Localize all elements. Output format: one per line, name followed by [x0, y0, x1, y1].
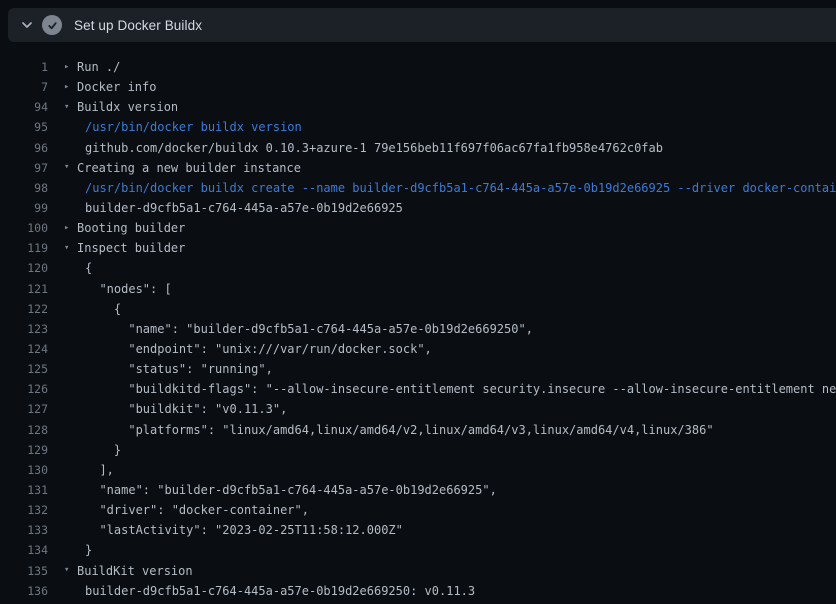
- log-command-text: /usr/bin/docker buildx create --name bui…: [85, 181, 836, 195]
- line-number[interactable]: 121: [0, 282, 48, 296]
- log-row: 124 "endpoint": "unix:///var/run/docker.…: [0, 339, 836, 359]
- log-row: 127 "buildkit": "v0.11.3",: [0, 399, 836, 419]
- group-title[interactable]: Docker info: [77, 80, 156, 94]
- log-group-row[interactable]: 7 ▸Docker info: [0, 77, 836, 97]
- line-number[interactable]: 126: [0, 382, 48, 396]
- log-output-text: }: [85, 443, 121, 457]
- log-row: 95/usr/bin/docker buildx version: [0, 117, 836, 137]
- expand-triangle-icon[interactable]: ▸: [64, 83, 77, 92]
- line-number[interactable]: 125: [0, 362, 48, 376]
- log-row: 122 {: [0, 299, 836, 319]
- line-number[interactable]: 135: [0, 564, 48, 578]
- line-number[interactable]: 120: [0, 261, 48, 275]
- group-title[interactable]: Creating a new builder instance: [77, 161, 301, 175]
- log-row: 133 "lastActivity": "2023-02-25T11:58:12…: [0, 520, 836, 540]
- step-header[interactable]: Set up Docker Buildx: [8, 8, 836, 42]
- log-output-text: "platforms": "linux/amd64,linux/amd64/v2…: [85, 423, 714, 437]
- log-row: 131 "name": "builder-d9cfb5a1-c764-445a-…: [0, 480, 836, 500]
- group-title[interactable]: Buildx version: [77, 100, 178, 114]
- line-number[interactable]: 97: [0, 161, 48, 175]
- line-number[interactable]: 136: [0, 584, 48, 598]
- log-output-text: "nodes": [: [85, 282, 172, 296]
- log-lines: 1▸Run ./7▸Docker info94▾Buildx version95…: [0, 57, 836, 601]
- line-number[interactable]: 122: [0, 302, 48, 316]
- line-number[interactable]: 98: [0, 181, 48, 195]
- line-number[interactable]: 131: [0, 483, 48, 497]
- log-output-text: {: [85, 261, 92, 275]
- group-title[interactable]: BuildKit version: [77, 564, 193, 578]
- log-output-text: }: [85, 543, 92, 557]
- log-row: 132 "driver": "docker-container",: [0, 500, 836, 520]
- log-row: 128 "platforms": "linux/amd64,linux/amd6…: [0, 420, 836, 440]
- log-output-text: "lastActivity": "2023-02-25T11:58:12.000…: [85, 523, 403, 537]
- line-number[interactable]: 7: [0, 80, 48, 94]
- log-output-text: "name": "builder-d9cfb5a1-c764-445a-a57e…: [85, 483, 497, 497]
- line-number[interactable]: 123: [0, 322, 48, 336]
- collapse-triangle-icon[interactable]: ▾: [64, 103, 77, 112]
- expand-triangle-icon[interactable]: ▸: [64, 224, 77, 233]
- line-number[interactable]: 1: [0, 60, 48, 74]
- log-row: 98/usr/bin/docker buildx create --name b…: [0, 178, 836, 198]
- group-title[interactable]: Booting builder: [77, 221, 185, 235]
- line-number[interactable]: 134: [0, 543, 48, 557]
- line-number[interactable]: 128: [0, 423, 48, 437]
- log-row: 134}: [0, 540, 836, 560]
- log-row: 123 "name": "builder-d9cfb5a1-c764-445a-…: [0, 319, 836, 339]
- line-number[interactable]: 130: [0, 463, 48, 477]
- line-number[interactable]: 124: [0, 342, 48, 356]
- line-number[interactable]: 100: [0, 221, 48, 235]
- group-title[interactable]: Inspect builder: [77, 241, 185, 255]
- chevron-down-icon[interactable]: [12, 8, 42, 42]
- line-number[interactable]: 132: [0, 503, 48, 517]
- log-output-text: "buildkit": "v0.11.3",: [85, 402, 287, 416]
- log-row: 125 "status": "running",: [0, 359, 836, 379]
- log-group-row[interactable]: 94 ▾Buildx version: [0, 97, 836, 117]
- log-output-text: ],: [85, 463, 114, 477]
- group-title[interactable]: Run ./: [77, 60, 120, 74]
- log-row: 136 builder-d9cfb5a1-c764-445a-a57e-0b19d…: [0, 581, 836, 601]
- log-group-row[interactable]: 97 ▾Creating a new builder instance: [0, 158, 836, 178]
- log-row: 130 ],: [0, 460, 836, 480]
- log-output-text: builder-d9cfb5a1-c764-445a-a57e-0b19d2e6…: [85, 584, 475, 598]
- log-output-text: {: [85, 302, 121, 316]
- log-output-text: builder-d9cfb5a1-c764-445a-a57e-0b19d2e6…: [85, 201, 403, 215]
- step-title: Set up Docker Buildx: [74, 18, 202, 33]
- log-group-row[interactable]: 1 ▸Run ./: [0, 57, 836, 77]
- log-row: 120 {: [0, 258, 836, 278]
- line-number[interactable]: 96: [0, 141, 48, 155]
- log-command-text: /usr/bin/docker buildx version: [85, 120, 302, 134]
- log-output-text: "endpoint": "unix:///var/run/docker.sock…: [85, 342, 432, 356]
- line-number[interactable]: 129: [0, 443, 48, 457]
- line-number[interactable]: 133: [0, 523, 48, 537]
- line-number[interactable]: 99: [0, 201, 48, 215]
- log-output-text: "driver": "docker-container",: [85, 503, 309, 517]
- check-circle-icon: [42, 15, 62, 35]
- collapse-triangle-icon[interactable]: ▾: [64, 566, 77, 575]
- log-output-text: "status": "running",: [85, 362, 273, 376]
- log-output-text: "buildkitd-flags": "--allow-insecure-ent…: [85, 382, 836, 396]
- log-row: 129 }: [0, 440, 836, 460]
- line-number[interactable]: 119: [0, 241, 48, 255]
- log-row: 99 builder-d9cfb5a1-c764-445a-a57e-0b19d2…: [0, 198, 836, 218]
- log-group-row[interactable]: 100 ▸Booting builder: [0, 218, 836, 238]
- collapse-triangle-icon[interactable]: ▾: [64, 244, 77, 253]
- log-output-text: "name": "builder-d9cfb5a1-c764-445a-a57e…: [85, 322, 533, 336]
- line-number[interactable]: 95: [0, 120, 48, 134]
- log-row: 96 github.com/docker/buildx 0.10.3+azure-…: [0, 138, 836, 158]
- log-output-text: github.com/docker/buildx 0.10.3+azure-1 …: [85, 141, 663, 155]
- expand-triangle-icon[interactable]: ▸: [64, 63, 77, 72]
- log-group-row[interactable]: 119 ▾Inspect builder: [0, 238, 836, 258]
- log-row: 126 "buildkitd-flags": "--allow-insecure…: [0, 379, 836, 399]
- line-number[interactable]: 127: [0, 402, 48, 416]
- collapse-triangle-icon[interactable]: ▾: [64, 163, 77, 172]
- log-group-row[interactable]: 135 ▾BuildKit version: [0, 561, 836, 581]
- log-row: 121 "nodes": [: [0, 279, 836, 299]
- line-number[interactable]: 94: [0, 100, 48, 114]
